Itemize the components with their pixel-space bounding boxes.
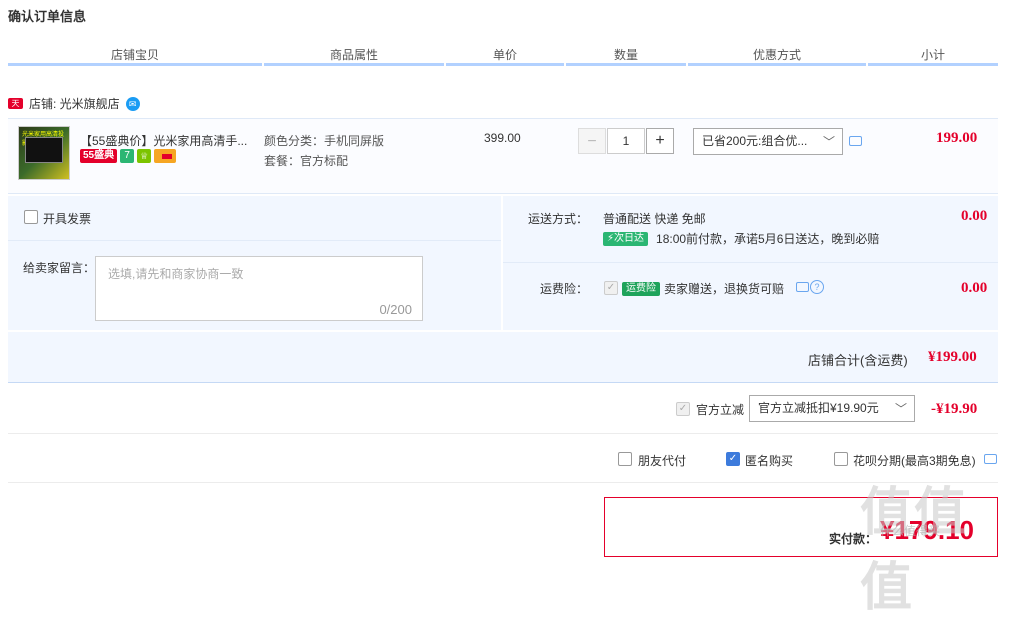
wangwang-chat-icon[interactable]: ✉ bbox=[125, 96, 140, 111]
page-title: 确认订单信息 bbox=[8, 9, 87, 24]
message-char-counter: 0/200 bbox=[379, 302, 412, 317]
divider bbox=[8, 240, 501, 241]
divider bbox=[503, 262, 998, 263]
delivery-promise: ⚡次日达 18:00前付款，承诺5月6日送达，晚到必赔 bbox=[603, 230, 879, 247]
product-name-link[interactable]: 【55盛典价】光米家用高清手... bbox=[80, 132, 247, 149]
quantity-decrease-button[interactable]: − bbox=[578, 128, 606, 154]
seven-day-return-icon: 7 bbox=[120, 149, 135, 163]
official-discount-select[interactable]: 官方立减抵扣¥19.90元 ﹀ bbox=[749, 395, 915, 422]
column-underline bbox=[8, 63, 262, 66]
insurance-info: 运费险 卖家赠送，退换货可赔 bbox=[622, 280, 784, 297]
promo-55-badge: 55盛典 bbox=[80, 149, 118, 163]
shop-line: 天猫 店铺: 光米旗舰店 ✉ bbox=[8, 95, 140, 119]
friend-pay-checkbox[interactable] bbox=[618, 452, 632, 466]
credit-card-icon bbox=[154, 149, 177, 163]
column-underline bbox=[566, 63, 686, 66]
invoice-checkbox[interactable] bbox=[24, 210, 38, 224]
column-header-subtotal: 小计 bbox=[920, 48, 945, 62]
message-label: 给卖家留言： bbox=[23, 261, 96, 275]
quantity-input[interactable]: 1 bbox=[607, 128, 645, 154]
shipping-label: 运送方式： bbox=[528, 212, 589, 226]
anonymous-purchase-checkbox[interactable]: ✓ bbox=[726, 452, 740, 466]
store-total-label: 店铺合计(含运费) bbox=[808, 353, 908, 368]
next-day-text: 次日达 bbox=[614, 232, 645, 244]
site-watermark-text: 什么值得买 bbox=[880, 524, 941, 538]
official-discount-select-value: 官方立减抵扣¥19.90元 bbox=[758, 401, 879, 415]
cup-icon: ♕ bbox=[137, 149, 152, 163]
chevron-down-icon: ﹀ bbox=[822, 135, 835, 149]
column-header-unit-price: 单价 bbox=[492, 48, 517, 62]
divider bbox=[8, 482, 998, 483]
unit-price: 399.00 bbox=[484, 131, 521, 145]
column-underline bbox=[264, 63, 444, 66]
huabei-label: 花呗分期(最高3期免息) bbox=[853, 454, 976, 468]
column-header-attributes: 商品属性 bbox=[329, 48, 378, 62]
insurance-checkbox: ✓ bbox=[604, 281, 618, 295]
quantity-increase-button[interactable]: + bbox=[646, 128, 674, 154]
tmall-logo-icon: 天猫 bbox=[8, 98, 23, 119]
official-discount-label: 官方立减 bbox=[696, 403, 745, 417]
column-underline bbox=[446, 63, 564, 66]
chevron-down-icon: ﹀ bbox=[894, 402, 907, 416]
site-watermark-logo: 值值值 bbox=[860, 484, 969, 617]
shop-name-link[interactable]: 店铺: 光米旗舰店 bbox=[29, 95, 120, 112]
insurance-cost: 0.00 bbox=[961, 280, 988, 296]
discount-select-value: 已省200元:组合优... bbox=[702, 134, 808, 148]
insurance-text: 卖家赠送，退换货可赔 bbox=[664, 282, 785, 296]
huabei-checkbox[interactable] bbox=[834, 452, 848, 466]
column-header-shop-item: 店铺宝贝 bbox=[110, 48, 159, 62]
invoice-label: 开具发票 bbox=[43, 212, 92, 226]
official-discount-checkbox[interactable]: ✓ bbox=[676, 402, 690, 416]
message-icon[interactable] bbox=[796, 282, 809, 292]
message-placeholder: 选填,请先和商家协商一致 bbox=[108, 267, 244, 281]
column-underline bbox=[688, 63, 866, 66]
column-header-discount: 优惠方式 bbox=[752, 48, 801, 62]
attr-set: 套餐：官方标配 bbox=[264, 154, 349, 168]
official-discount-value: -¥19.90 bbox=[931, 401, 978, 417]
item-subtotal: 199.00 bbox=[936, 130, 978, 146]
discount-select[interactable]: 已省200元:组合优... ﹀ bbox=[693, 128, 843, 155]
insurance-badge: 运费险 bbox=[622, 281, 660, 296]
anonymous-purchase-label: 匿名购买 bbox=[745, 454, 794, 468]
shipping-method: 普通配送 快递 免邮 bbox=[603, 212, 706, 226]
divider bbox=[8, 433, 998, 434]
delivery-promise-text: 18:00前付款，承诺5月6日送达，晚到必赔 bbox=[656, 232, 880, 246]
projector-screen-image bbox=[25, 137, 63, 163]
column-underline bbox=[868, 63, 998, 66]
seller-message-textarea[interactable]: 选填,请先和商家协商一致 0/200 bbox=[95, 256, 423, 321]
column-header-quantity: 数量 bbox=[613, 48, 638, 62]
next-day-badge: ⚡次日达 bbox=[603, 231, 649, 246]
help-icon[interactable]: ? bbox=[810, 280, 824, 294]
product-badges: 55盛典 7 ♕ bbox=[80, 149, 177, 163]
friend-pay-label: 朋友代付 bbox=[638, 454, 687, 468]
product-thumbnail[interactable]: 光米家用高清投影 bbox=[18, 126, 70, 180]
message-icon[interactable] bbox=[984, 454, 997, 464]
shipping-cost: 0.00 bbox=[961, 208, 988, 224]
message-icon[interactable] bbox=[849, 136, 862, 146]
insurance-label: 运费险： bbox=[540, 282, 589, 296]
store-total-value: ¥199.00 bbox=[928, 349, 977, 365]
attr-color: 颜色分类：手机同屏版 bbox=[264, 134, 385, 148]
